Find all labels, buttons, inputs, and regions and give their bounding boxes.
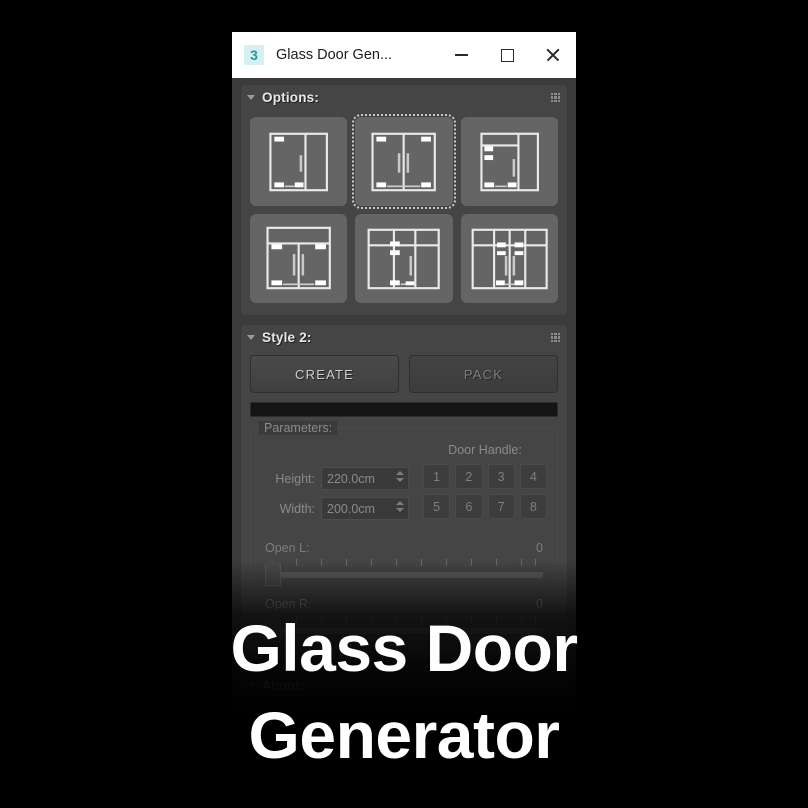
pack-button[interactable]: PACK: [409, 355, 558, 393]
style-6-preview-icon: [471, 228, 548, 290]
create-button[interactable]: CREATE: [250, 355, 399, 393]
minimize-button[interactable]: [438, 32, 484, 78]
grip-dots-icon[interactable]: [551, 93, 560, 102]
width-label: Width:: [279, 501, 315, 516]
triangle-down-icon[interactable]: [247, 682, 255, 688]
spinner-arrows-icon[interactable]: [391, 471, 404, 482]
open-right-value: 0: [536, 597, 543, 611]
height-label: Height:: [275, 471, 315, 486]
style-1-preview-icon: [269, 132, 328, 192]
open-right-ruler: [265, 614, 543, 623]
handle-button-5[interactable]: 5: [423, 494, 451, 519]
width-spinner[interactable]: 200.0cm: [321, 497, 409, 520]
open-left-label: Open L:: [265, 541, 310, 555]
style-rollout-header[interactable]: Style 2:: [241, 325, 567, 349]
style-rollout-body: CREATE PACK Parameters: Height: 220.0cm: [241, 349, 567, 660]
height-value: 220.0cm: [327, 471, 375, 486]
window-title: Glass Door Gen...: [276, 47, 393, 63]
parameters-inner: Height: 220.0cm Width: 200.0cm Door Hand…: [261, 443, 547, 527]
door-handle-grid: 1 2 3 4 5 6 7 8: [423, 464, 547, 519]
style-rollout-title: Style 2:: [262, 329, 312, 345]
thumbnail-style-4[interactable]: [250, 214, 348, 303]
grip-dots-icon[interactable]: [551, 333, 560, 342]
open-right-track-wrap[interactable]: [265, 615, 543, 642]
close-icon: [546, 48, 560, 62]
door-handle-label: Door Handle:: [448, 443, 522, 457]
window-controls: [438, 32, 576, 78]
options-rollout-header[interactable]: Options:: [241, 85, 567, 109]
options-rollout-title: Options:: [262, 89, 320, 105]
handle-button-4[interactable]: 4: [519, 464, 547, 489]
width-row: Width: 200.0cm: [261, 497, 409, 520]
app-icon: 3: [244, 45, 264, 65]
about-rollout-title: About:: [262, 677, 304, 693]
door-style-thumbnail-grid: [241, 109, 567, 315]
maximize-button[interactable]: [484, 32, 530, 78]
action-button-row: CREATE PACK: [250, 355, 558, 393]
open-left-ruler: [265, 558, 543, 567]
open-right-label: Open R:: [265, 597, 312, 611]
handle-button-1[interactable]: 1: [423, 464, 451, 489]
thumbnail-style-6[interactable]: [460, 214, 558, 303]
maximize-icon: [500, 48, 514, 62]
parameters-group: Parameters: Height: 220.0cm Width: 200.0…: [250, 421, 558, 650]
open-left-track-wrap[interactable]: [265, 559, 543, 586]
handle-button-6[interactable]: 6: [455, 494, 483, 519]
glass-door-generator-window: 3 Glass Door Gen... Options: Style 2: CR…: [232, 32, 576, 732]
height-spinner[interactable]: 220.0cm: [321, 467, 409, 490]
thumbnail-style-1[interactable]: [250, 117, 348, 206]
handle-button-3[interactable]: 3: [487, 464, 515, 489]
handle-button-2[interactable]: 2: [455, 464, 483, 489]
style-3-preview-icon: [480, 132, 539, 192]
open-left-knob[interactable]: [265, 559, 281, 586]
thumbnail-style-2[interactable]: [352, 114, 456, 209]
handle-button-8[interactable]: 8: [519, 494, 547, 519]
title-bar[interactable]: 3 Glass Door Gen...: [232, 32, 576, 78]
open-left-track[interactable]: [265, 572, 543, 578]
triangle-down-icon[interactable]: [247, 334, 255, 340]
spinner-arrows-icon[interactable]: [391, 501, 404, 512]
options-rollout: Options:: [240, 84, 568, 316]
open-right-track[interactable]: [265, 628, 543, 634]
triangle-down-icon[interactable]: [247, 94, 255, 100]
thumbnail-style-5[interactable]: [355, 214, 453, 303]
dimension-fields: Height: 220.0cm Width: 200.0cm: [261, 443, 409, 527]
height-row: Height: 220.0cm: [261, 467, 409, 490]
style-4-preview-icon: [266, 226, 331, 290]
open-right-header: Open R: 0: [261, 597, 547, 614]
style-2-preview-icon: [371, 132, 437, 192]
handle-button-7[interactable]: 7: [487, 494, 515, 519]
door-handle-section: Door Handle: 1 2 3 4 5 6 7 8: [409, 443, 547, 527]
open-left-header: Open L: 0: [261, 541, 547, 558]
panel-body: Options: Style 2: CREATE PACK Parameters…: [232, 78, 576, 732]
parameters-legend: Parameters:: [259, 421, 338, 435]
close-button[interactable]: [530, 32, 576, 78]
open-left-value: 0: [536, 541, 543, 555]
width-value: 200.0cm: [327, 501, 375, 516]
open-left-slider-block: Open L: 0: [261, 541, 547, 586]
about-rollout[interactable]: About:: [240, 671, 568, 699]
open-right-knob[interactable]: [265, 615, 281, 642]
style-rollout: Style 2: CREATE PACK Parameters: Height:…: [240, 324, 568, 661]
minimize-icon: [454, 54, 468, 56]
progress-bar: [250, 402, 558, 417]
style-5-preview-icon: [367, 228, 441, 290]
thumbnail-style-3[interactable]: [460, 117, 558, 206]
open-right-slider-block: Open R: 0: [261, 597, 547, 642]
